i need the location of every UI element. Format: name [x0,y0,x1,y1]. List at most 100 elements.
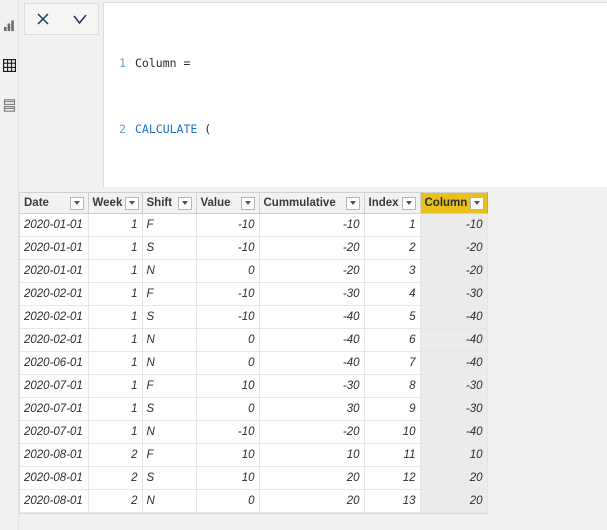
table-row[interactable]: 2020-07-01 1 F 10 -30 8 -30 [20,374,488,398]
cell-week[interactable]: 1 [88,236,143,260]
cell-column[interactable]: -40 [420,420,488,444]
sidebar-item-report[interactable] [0,12,19,38]
cell-week[interactable]: 1 [88,374,143,398]
table-row[interactable]: 2020-08-01 2 S 10 20 12 20 [20,466,488,490]
cell-cummulative[interactable]: -20 [259,236,365,260]
cell-cummulative[interactable]: -40 [259,351,365,375]
cell-date[interactable]: 2020-06-01 [20,351,89,375]
column-header-index[interactable]: Index [364,192,421,214]
cell-value[interactable]: 0 [196,489,260,513]
table-row[interactable]: 2020-08-01 2 F 10 10 11 10 [20,443,488,467]
table-row[interactable]: 2020-01-01 1 F -10 -10 1 -10 [20,213,488,237]
cell-date[interactable]: 2020-02-01 [20,305,89,329]
cell-cummulative[interactable]: -20 [259,420,365,444]
cell-week[interactable]: 1 [88,351,143,375]
table-row[interactable]: 2020-01-01 1 N 0 -20 3 -20 [20,259,488,283]
cell-shift[interactable]: F [142,213,197,237]
cell-column[interactable]: -20 [420,259,488,283]
column-header-week[interactable]: Week [88,192,143,214]
cell-cummulative[interactable]: 20 [259,489,365,513]
cell-date[interactable]: 2020-07-01 [20,397,89,421]
cell-date[interactable]: 2020-07-01 [20,374,89,398]
cell-week[interactable]: 1 [88,213,143,237]
cell-value[interactable]: 0 [196,351,260,375]
cell-column[interactable]: -10 [420,213,488,237]
column-header-cummulative[interactable]: Cummulative [259,192,365,214]
cell-column[interactable]: -40 [420,328,488,352]
cell-shift[interactable]: N [142,328,197,352]
chevron-down-icon[interactable] [401,196,416,210]
cell-value[interactable]: -10 [196,213,260,237]
cell-cummulative[interactable]: -40 [259,328,365,352]
cell-shift[interactable]: N [142,420,197,444]
chevron-down-icon[interactable] [240,196,255,210]
cell-shift[interactable]: F [142,443,197,467]
cell-index[interactable]: 7 [364,351,421,375]
cell-week[interactable]: 2 [88,489,143,513]
cell-cummulative[interactable]: 20 [259,466,365,490]
table-row[interactable]: 2020-01-01 1 S -10 -20 2 -20 [20,236,488,260]
column-header-column[interactable]: Column [420,192,488,214]
cell-cummulative[interactable]: 10 [259,443,365,467]
cell-cummulative[interactable]: 30 [259,397,365,421]
cell-index[interactable]: 11 [364,443,421,467]
cell-index[interactable]: 1 [364,213,421,237]
cell-column[interactable]: 10 [420,443,488,467]
cell-week[interactable]: 1 [88,328,143,352]
cell-shift[interactable]: S [142,466,197,490]
cell-cummulative[interactable]: -40 [259,305,365,329]
cell-date[interactable]: 2020-02-01 [20,282,89,306]
cell-column[interactable]: -30 [420,282,488,306]
cell-shift[interactable]: S [142,236,197,260]
cell-column[interactable]: -40 [420,351,488,375]
cell-week[interactable]: 1 [88,282,143,306]
cell-value[interactable]: -10 [196,282,260,306]
cell-value[interactable]: 10 [196,466,260,490]
table-row[interactable]: 2020-07-01 1 N -10 -20 10 -40 [20,420,488,444]
cell-week[interactable]: 2 [88,443,143,467]
cell-week[interactable]: 1 [88,420,143,444]
cell-value[interactable]: 0 [196,259,260,283]
cell-week[interactable]: 2 [88,466,143,490]
cell-cummulative[interactable]: -10 [259,213,365,237]
cell-value[interactable]: -10 [196,236,260,260]
cell-index[interactable]: 9 [364,397,421,421]
table-row[interactable]: 2020-02-01 1 N 0 -40 6 -40 [20,328,488,352]
cell-cummulative[interactable]: -30 [259,374,365,398]
cell-index[interactable]: 4 [364,282,421,306]
cell-date[interactable]: 2020-01-01 [20,236,89,260]
cell-index[interactable]: 2 [364,236,421,260]
cell-column[interactable]: -30 [420,397,488,421]
cell-shift[interactable]: N [142,259,197,283]
table-row[interactable]: 2020-02-01 1 S -10 -40 5 -40 [20,305,488,329]
sidebar-item-data[interactable] [0,52,19,78]
cancel-formula-button[interactable] [28,5,58,33]
cell-date[interactable]: 2020-01-01 [20,213,89,237]
cell-week[interactable]: 1 [88,259,143,283]
cell-index[interactable]: 13 [364,489,421,513]
cell-index[interactable]: 10 [364,420,421,444]
cell-cummulative[interactable]: -30 [259,282,365,306]
table-row[interactable]: 2020-06-01 1 N 0 -40 7 -40 [20,351,488,375]
cell-column[interactable]: 20 [420,466,488,490]
cell-index[interactable]: 5 [364,305,421,329]
cell-cummulative[interactable]: -20 [259,259,365,283]
cell-value[interactable]: 0 [196,328,260,352]
cell-value[interactable]: 10 [196,374,260,398]
chevron-down-icon[interactable] [69,196,84,210]
cell-index[interactable]: 6 [364,328,421,352]
cell-column[interactable]: -30 [420,374,488,398]
cell-column[interactable]: 20 [420,489,488,513]
cell-index[interactable]: 3 [364,259,421,283]
cell-date[interactable]: 2020-01-01 [20,259,89,283]
dax-code[interactable]: 1 Column = 2 CALCULATE ( 3 SUM ( 'Table'[V… [104,3,607,187]
data-grid[interactable]: Date Week Shift Value Cummulative Index Column… [19,192,488,514]
cell-shift[interactable]: F [142,374,197,398]
cell-value[interactable]: -10 [196,420,260,444]
cell-column[interactable]: -40 [420,305,488,329]
cell-shift[interactable]: S [142,397,197,421]
cell-shift[interactable]: N [142,351,197,375]
cell-date[interactable]: 2020-08-01 [20,489,89,513]
cell-shift[interactable]: F [142,282,197,306]
chevron-down-icon[interactable] [177,196,192,210]
